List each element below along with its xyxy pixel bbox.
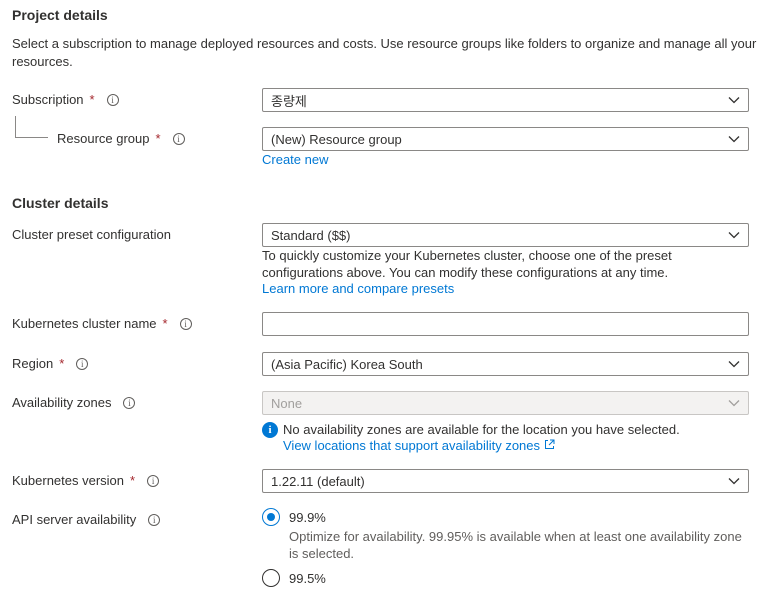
zones-locations-link-text: View locations that support availability… <box>283 438 541 453</box>
chevron-down-icon <box>728 475 740 487</box>
subscription-label-row: Subscription * i <box>12 92 119 107</box>
chevron-down-icon <box>728 133 740 145</box>
api-option-999-label: 99.9% <box>289 509 326 525</box>
external-link-icon <box>544 438 555 453</box>
zones-notice-text: No availability zones are available for … <box>283 422 680 437</box>
preset-label-row: Cluster preset configuration <box>12 227 171 242</box>
preset-dropdown[interactable]: Standard ($$) <box>262 223 749 247</box>
required-marker: * <box>155 131 161 146</box>
version-label-row: Kubernetes version * i <box>12 473 160 488</box>
version-value: 1.22.11 (default) <box>271 473 365 489</box>
subscription-value: 종량제 <box>271 93 307 109</box>
subscription-dropdown[interactable]: 종량제 <box>262 88 749 112</box>
cluster-name-input[interactable] <box>262 312 749 336</box>
chevron-down-icon <box>728 358 740 370</box>
cluster-name-label: Kubernetes cluster name <box>12 316 157 331</box>
required-marker: * <box>130 473 136 488</box>
info-icon[interactable]: i <box>76 357 89 370</box>
api-availability-label: API server availability <box>12 512 137 527</box>
radio-995[interactable] <box>262 569 280 587</box>
preset-helper-text: To quickly customize your Kubernetes clu… <box>262 248 672 280</box>
required-marker: * <box>162 316 168 331</box>
version-dropdown[interactable]: 1.22.11 (default) <box>262 469 749 493</box>
subscription-label: Subscription <box>12 92 84 107</box>
resource-group-dropdown[interactable]: (New) Resource group <box>262 127 749 151</box>
info-icon[interactable]: i <box>147 474 160 487</box>
required-marker: * <box>59 356 65 371</box>
create-new-link[interactable]: Create new <box>262 152 328 167</box>
zones-label: Availability zones <box>12 395 112 410</box>
info-icon[interactable]: i <box>123 396 136 409</box>
api-option-999[interactable]: 99.9% <box>262 508 326 526</box>
zones-dropdown: None <box>262 391 749 415</box>
tree-connector <box>15 116 48 138</box>
region-dropdown[interactable]: (Asia Pacific) Korea South <box>262 352 749 376</box>
region-label-row: Region * i <box>12 356 89 371</box>
project-details-description: Select a subscription to manage deployed… <box>12 36 757 69</box>
info-filled-icon: i <box>262 421 278 438</box>
chevron-down-icon <box>728 94 740 106</box>
resource-group-value: (New) Resource group <box>271 131 402 147</box>
zones-notice: i No availability zones are available fo… <box>262 421 680 438</box>
info-icon[interactable]: i <box>172 132 185 145</box>
project-details-heading: Project details <box>12 7 108 23</box>
api-option-999-description: Optimize for availability. 99.95% is ava… <box>289 529 742 561</box>
info-icon[interactable]: i <box>148 513 161 526</box>
zones-value: None <box>271 395 303 411</box>
chevron-down-icon <box>728 229 740 241</box>
resource-group-label-row: Resource group * i <box>57 131 185 146</box>
radio-999[interactable] <box>262 508 280 526</box>
cluster-details-heading: Cluster details <box>12 195 109 211</box>
required-marker: * <box>89 92 95 107</box>
cluster-name-label-row: Kubernetes cluster name * i <box>12 316 192 331</box>
api-option-995-label: 99.5% <box>289 570 326 586</box>
api-availability-label-row: API server availability i <box>12 512 161 527</box>
chevron-down-icon <box>728 397 740 409</box>
region-label: Region <box>12 356 54 371</box>
preset-value: Standard ($$) <box>271 227 351 243</box>
info-icon[interactable]: i <box>106 93 119 106</box>
zones-locations-link[interactable]: View locations that support availability… <box>283 438 555 453</box>
zones-label-row: Availability zones i <box>12 395 136 410</box>
info-icon[interactable]: i <box>179 317 192 330</box>
region-value: (Asia Pacific) Korea South <box>271 356 423 372</box>
api-option-995[interactable]: 99.5% <box>262 569 326 587</box>
preset-label: Cluster preset configuration <box>12 227 171 242</box>
learn-more-presets-link[interactable]: Learn more and compare presets <box>262 281 454 296</box>
version-label: Kubernetes version <box>12 473 125 488</box>
resource-group-label: Resource group <box>57 131 150 146</box>
